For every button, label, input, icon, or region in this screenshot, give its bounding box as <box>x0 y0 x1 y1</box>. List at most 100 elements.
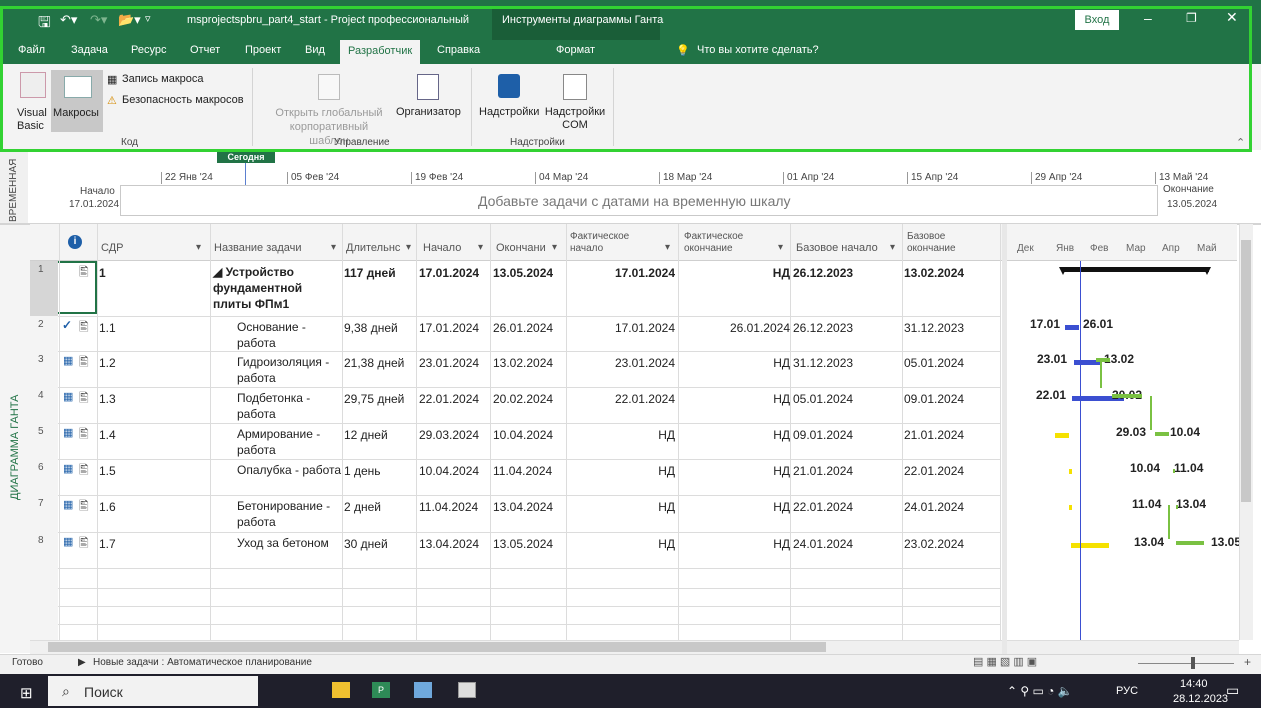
task-baseline-finish[interactable]: 23.02.2024 <box>904 537 964 551</box>
task-name[interactable]: Армирование - работа <box>237 426 342 458</box>
task-duration[interactable]: 117 дней <box>344 266 396 280</box>
com-addins-button[interactable]: Надстройки COM <box>543 106 607 132</box>
task-finish[interactable]: 13.04.2024 <box>493 500 553 514</box>
task-wbs[interactable]: 1.6 <box>99 500 116 514</box>
task-actual-start[interactable]: 17.01.2024 <box>615 321 675 335</box>
windows-start-icon[interactable]: ⊞ <box>20 684 33 702</box>
project-app-icon[interactable]: P <box>372 682 390 698</box>
task-name[interactable]: Бетонирование - работа <box>237 498 342 530</box>
task-baseline-finish[interactable]: 22.01.2024 <box>904 464 964 478</box>
task-duration[interactable]: 21,38 дней <box>344 356 404 370</box>
split-bar[interactable] <box>1002 224 1007 654</box>
task-baseline-start[interactable]: 31.12.2023 <box>793 356 853 370</box>
task-start[interactable]: 17.01.2024 <box>419 321 479 335</box>
task-actual-start[interactable]: НД <box>658 500 675 514</box>
task-actual-finish[interactable]: НД <box>773 266 790 280</box>
task-baseline-finish[interactable]: 21.01.2024 <box>904 428 964 442</box>
task-wbs[interactable]: 1.3 <box>99 392 116 406</box>
task-actual-finish[interactable]: НД <box>773 537 790 551</box>
task-finish[interactable]: 26.01.2024 <box>493 321 553 335</box>
vertical-scroll-thumb[interactable] <box>1241 240 1251 502</box>
column-baseline-finish[interactable]: Базовое окончание <box>907 231 977 255</box>
task-baseline-start[interactable]: 21.01.2024 <box>793 464 853 478</box>
collapse-ribbon-icon[interactable]: ⌃ <box>1236 136 1245 149</box>
app-icon[interactable] <box>458 682 476 698</box>
language-indicator[interactable]: РУС <box>1116 685 1138 697</box>
task-wbs[interactable]: 1.5 <box>99 464 116 478</box>
task-baseline-finish[interactable]: 05.01.2024 <box>904 356 964 370</box>
tab-report[interactable]: Отчет <box>190 44 220 56</box>
column-actual-start[interactable]: Фактическое начало <box>570 231 660 255</box>
dropdown-arrow-icon[interactable]: ▾ <box>406 242 411 253</box>
task-name[interactable]: ◢ Устройство фундаментной плиты ФПм1 <box>213 264 338 312</box>
task-actual-start[interactable]: НД <box>658 428 675 442</box>
customize-quick-access-icon[interactable]: ▿ <box>145 12 151 25</box>
column-finish[interactable]: Окончани <box>496 242 546 254</box>
tab-task[interactable]: Задача <box>71 44 108 56</box>
task-wbs[interactable]: 1 <box>99 266 106 280</box>
task-name[interactable]: Уход за бетоном <box>237 535 342 551</box>
dropdown-arrow-icon[interactable]: ▾ <box>552 242 557 253</box>
zoom-in-icon[interactable]: + <box>1244 655 1251 669</box>
task-bar[interactable] <box>1176 505 1178 509</box>
task-actual-finish[interactable]: 26.01.2024 <box>730 321 790 335</box>
app-icon[interactable] <box>414 682 432 698</box>
save-icon[interactable]: 🖫 <box>38 12 51 37</box>
column-actual-finish[interactable]: Фактическое окончание <box>684 231 774 255</box>
tray-icons[interactable]: ⌃ ⚲ ▭ ◔ 🔈 <box>1007 684 1073 698</box>
task-duration[interactable]: 2 дней <box>344 500 381 514</box>
task-name[interactable]: Гидроизоляция - работа <box>237 354 342 386</box>
task-actual-start[interactable]: 17.01.2024 <box>615 266 675 280</box>
task-baseline-finish[interactable]: 13.02.2024 <box>904 266 964 280</box>
task-wbs[interactable]: 1.7 <box>99 537 116 551</box>
task-finish[interactable]: 20.02.2024 <box>493 392 553 406</box>
task-name[interactable]: Основание - работа <box>237 319 342 351</box>
task-baseline-start[interactable]: 09.01.2024 <box>793 428 853 442</box>
close-icon[interactable]: ✕ <box>1226 9 1238 26</box>
task-baseline-finish[interactable]: 31.12.2023 <box>904 321 964 335</box>
clock-date[interactable]: 28.12.2023 <box>1173 693 1228 705</box>
task-bar[interactable] <box>1176 541 1204 545</box>
login-button[interactable]: Вход <box>1075 10 1119 30</box>
task-duration[interactable]: 1 день <box>344 464 381 478</box>
notifications-icon[interactable]: ▭ <box>1226 682 1239 699</box>
gantt-horizontal-scrollbar[interactable] <box>1007 640 1239 654</box>
task-bar[interactable] <box>1155 432 1169 436</box>
task-baseline-start[interactable]: 24.01.2024 <box>793 537 853 551</box>
summary-bar[interactable] <box>1062 267 1209 272</box>
tab-format[interactable]: Формат <box>556 44 595 56</box>
dropdown-arrow-icon[interactable]: ▾ <box>665 242 670 253</box>
task-wbs[interactable]: 1.1 <box>99 321 116 335</box>
task-actual-start[interactable]: 22.01.2024 <box>615 392 675 406</box>
task-baseline-start[interactable]: 22.01.2024 <box>793 500 853 514</box>
task-actual-finish[interactable]: НД <box>773 500 790 514</box>
tab-project[interactable]: Проект <box>245 44 281 56</box>
task-start[interactable]: 13.04.2024 <box>419 537 479 551</box>
task-bar[interactable] <box>1173 469 1175 473</box>
task-finish[interactable]: 10.04.2024 <box>493 428 553 442</box>
open-icon[interactable]: 📂▾ <box>118 12 141 28</box>
task-actual-start[interactable]: 23.01.2024 <box>615 356 675 370</box>
tell-me-search[interactable]: Что вы хотите сделать? <box>697 44 819 56</box>
taskbar-search-box[interactable] <box>48 676 258 706</box>
column-name[interactable]: Название задачи <box>214 242 302 254</box>
clock-time[interactable]: 14:40 <box>1180 678 1208 690</box>
task-start[interactable]: 29.03.2024 <box>419 428 479 442</box>
task-wbs[interactable]: 1.4 <box>99 428 116 442</box>
record-macro-button[interactable]: Запись макроса <box>122 73 204 85</box>
task-actual-start[interactable]: НД <box>658 464 675 478</box>
visual-basic-button[interactable]: Visual Basic <box>17 107 47 133</box>
task-start[interactable]: 10.04.2024 <box>419 464 479 478</box>
dropdown-arrow-icon[interactable]: ▾ <box>196 242 201 253</box>
addins-button[interactable]: Надстройки <box>479 106 539 118</box>
task-actual-finish[interactable]: НД <box>773 356 790 370</box>
column-start[interactable]: Начало <box>423 242 461 254</box>
restore-icon[interactable]: ❐ <box>1186 11 1197 25</box>
zoom-slider[interactable] <box>1138 663 1234 664</box>
task-actual-finish[interactable]: НД <box>773 392 790 406</box>
task-bar[interactable] <box>1112 394 1142 398</box>
task-finish[interactable]: 11.04.2024 <box>493 464 552 478</box>
task-actual-start[interactable]: НД <box>658 537 675 551</box>
organizer-button[interactable]: Организатор <box>396 106 461 118</box>
task-baseline-start[interactable]: 05.01.2024 <box>793 392 853 406</box>
